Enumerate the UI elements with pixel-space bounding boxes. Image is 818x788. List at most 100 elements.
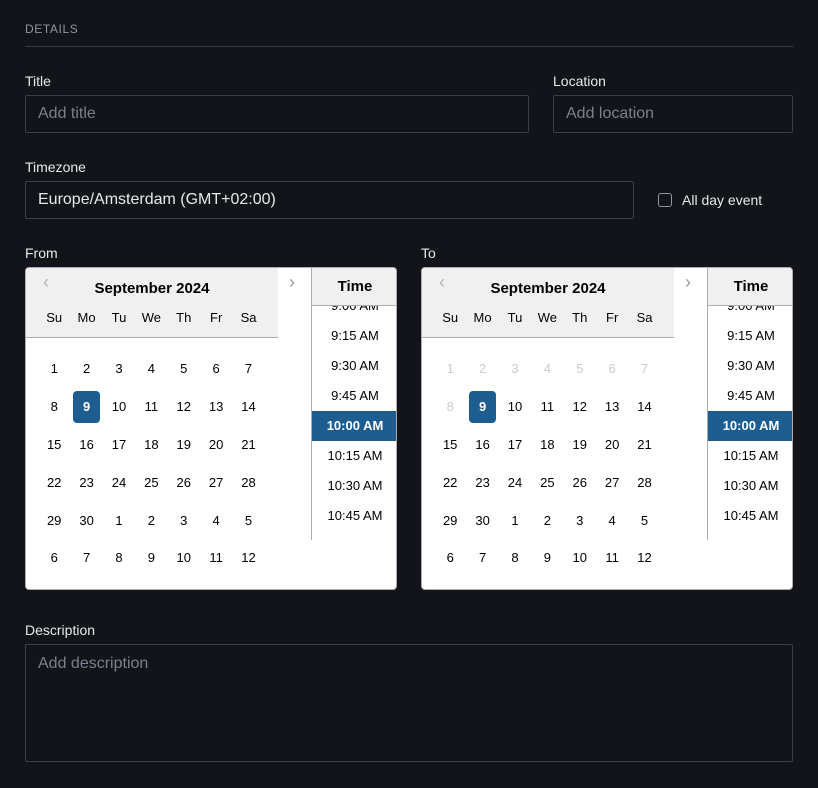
time-option[interactable]: 9:30 AM (708, 351, 792, 381)
calendar-day[interactable]: 1 (103, 504, 135, 536)
calendar-day[interactable]: 6 (434, 542, 466, 574)
calendar-day[interactable]: 14 (232, 391, 264, 423)
calendar-day[interactable]: 8 (103, 542, 135, 574)
calendar-day[interactable]: 11 (200, 542, 232, 574)
calendar-day[interactable]: 9 (135, 542, 167, 574)
from-datepicker[interactable]: ‹ September 2024 Su Mo Tu We Th Fr Sa › 1 2 3 4 5 6 7 8 9 1… (25, 267, 397, 590)
calendar-day[interactable]: 25 (531, 466, 563, 498)
calendar-day[interactable]: 13 (200, 391, 232, 423)
to-datepicker[interactable]: ‹ September 2024 Su Mo Tu We Th Fr Sa › 1 2 3 4 5 6 7 8 9 1… (421, 267, 793, 590)
time-option[interactable]: 10:15 AM (708, 441, 792, 471)
time-option[interactable]: 11:00 AM (312, 531, 396, 540)
calendar-day[interactable]: 6 (596, 353, 628, 385)
calendar-day[interactable]: 20 (596, 428, 628, 460)
calendar-day[interactable]: 23 (466, 466, 498, 498)
chevron-right-icon[interactable]: › (282, 272, 302, 293)
calendar-day[interactable]: 5 (232, 504, 264, 536)
calendar-day[interactable]: 23 (70, 466, 102, 498)
calendar-day[interactable]: 10 (564, 542, 596, 574)
calendar-day[interactable]: 1 (434, 353, 466, 385)
time-option[interactable]: 10:30 AM (708, 471, 792, 501)
calendar-day[interactable]: 1 (499, 504, 531, 536)
time-option[interactable]: 10:00 AM (708, 411, 792, 441)
time-list[interactable]: 9:00 AM9:15 AM9:30 AM9:45 AM10:00 AM10:1… (312, 291, 396, 540)
calendar-day[interactable]: 2 (466, 353, 498, 385)
calendar-day[interactable]: 7 (232, 353, 264, 385)
calendar-day[interactable]: 9 (466, 390, 498, 423)
calendar-day[interactable]: 11 (135, 391, 167, 423)
calendar-day[interactable]: 3 (103, 353, 135, 385)
time-option[interactable]: 10:45 AM (312, 501, 396, 531)
calendar-day[interactable]: 29 (38, 504, 70, 536)
calendar-day[interactable]: 30 (466, 504, 498, 536)
location-input[interactable] (553, 95, 793, 133)
title-input[interactable] (25, 95, 529, 133)
calendar-day[interactable]: 11 (531, 391, 563, 423)
time-option[interactable]: 10:45 AM (708, 501, 792, 531)
calendar-day[interactable]: 7 (70, 542, 102, 574)
description-input[interactable] (25, 644, 793, 762)
calendar-day[interactable]: 4 (596, 504, 628, 536)
calendar-day[interactable]: 5 (564, 353, 596, 385)
time-option[interactable]: 10:00 AM (312, 411, 396, 441)
time-option[interactable]: 9:15 AM (708, 321, 792, 351)
calendar-day[interactable]: 4 (531, 353, 563, 385)
calendar-day[interactable]: 16 (70, 428, 102, 460)
calendar-day[interactable]: 4 (200, 504, 232, 536)
time-option[interactable]: 10:15 AM (312, 441, 396, 471)
time-option[interactable]: 10:30 AM (312, 471, 396, 501)
calendar-day[interactable]: 22 (434, 466, 466, 498)
calendar-day[interactable]: 12 (564, 391, 596, 423)
calendar-day[interactable]: 29 (434, 504, 466, 536)
calendar-day[interactable]: 2 (531, 504, 563, 536)
calendar-day[interactable]: 27 (200, 466, 232, 498)
calendar-day[interactable]: 17 (499, 428, 531, 460)
calendar-day[interactable]: 18 (135, 428, 167, 460)
calendar-day[interactable]: 10 (168, 542, 200, 574)
timezone-input[interactable] (25, 181, 634, 219)
time-option[interactable]: 9:30 AM (312, 351, 396, 381)
calendar-day[interactable]: 3 (168, 504, 200, 536)
calendar-day[interactable]: 16 (466, 428, 498, 460)
calendar-day[interactable]: 6 (200, 353, 232, 385)
calendar-day[interactable]: 10 (103, 391, 135, 423)
calendar-day[interactable]: 27 (596, 466, 628, 498)
calendar-day[interactable]: 26 (168, 466, 200, 498)
time-option[interactable]: 9:15 AM (312, 321, 396, 351)
calendar-day[interactable]: 9 (70, 390, 102, 423)
time-option[interactable]: 9:45 AM (708, 381, 792, 411)
calendar-day[interactable]: 5 (168, 353, 200, 385)
calendar-day[interactable]: 21 (628, 428, 660, 460)
calendar-day[interactable]: 12 (168, 391, 200, 423)
calendar-day[interactable]: 10 (499, 391, 531, 423)
calendar-day[interactable]: 8 (499, 542, 531, 574)
all-day-toggle[interactable]: All day event (658, 192, 762, 208)
calendar-day[interactable]: 1 (38, 353, 70, 385)
calendar-day[interactable]: 8 (38, 391, 70, 423)
calendar-day[interactable]: 5 (628, 504, 660, 536)
calendar-day[interactable]: 26 (564, 466, 596, 498)
calendar-day[interactable]: 12 (232, 542, 264, 574)
calendar-day[interactable]: 2 (135, 504, 167, 536)
calendar-day[interactable]: 7 (628, 353, 660, 385)
calendar-day[interactable]: 28 (232, 466, 264, 498)
time-option[interactable]: 11:00 AM (708, 531, 792, 540)
calendar-day[interactable]: 9 (531, 542, 563, 574)
calendar-day[interactable]: 6 (38, 542, 70, 574)
calendar-day[interactable]: 14 (628, 391, 660, 423)
calendar-day[interactable]: 20 (200, 428, 232, 460)
calendar-day[interactable]: 4 (135, 353, 167, 385)
all-day-checkbox[interactable] (658, 193, 672, 207)
calendar-day[interactable]: 3 (499, 353, 531, 385)
calendar-day[interactable]: 7 (466, 542, 498, 574)
calendar-day[interactable]: 24 (103, 466, 135, 498)
time-option[interactable]: 9:45 AM (312, 381, 396, 411)
calendar-day[interactable]: 19 (168, 428, 200, 460)
calendar-day[interactable]: 8 (434, 391, 466, 423)
calendar-day[interactable]: 13 (596, 391, 628, 423)
calendar-day[interactable]: 2 (70, 353, 102, 385)
calendar-day[interactable]: 3 (564, 504, 596, 536)
calendar-day[interactable]: 21 (232, 428, 264, 460)
calendar-day[interactable]: 11 (596, 542, 628, 574)
calendar-day[interactable]: 25 (135, 466, 167, 498)
